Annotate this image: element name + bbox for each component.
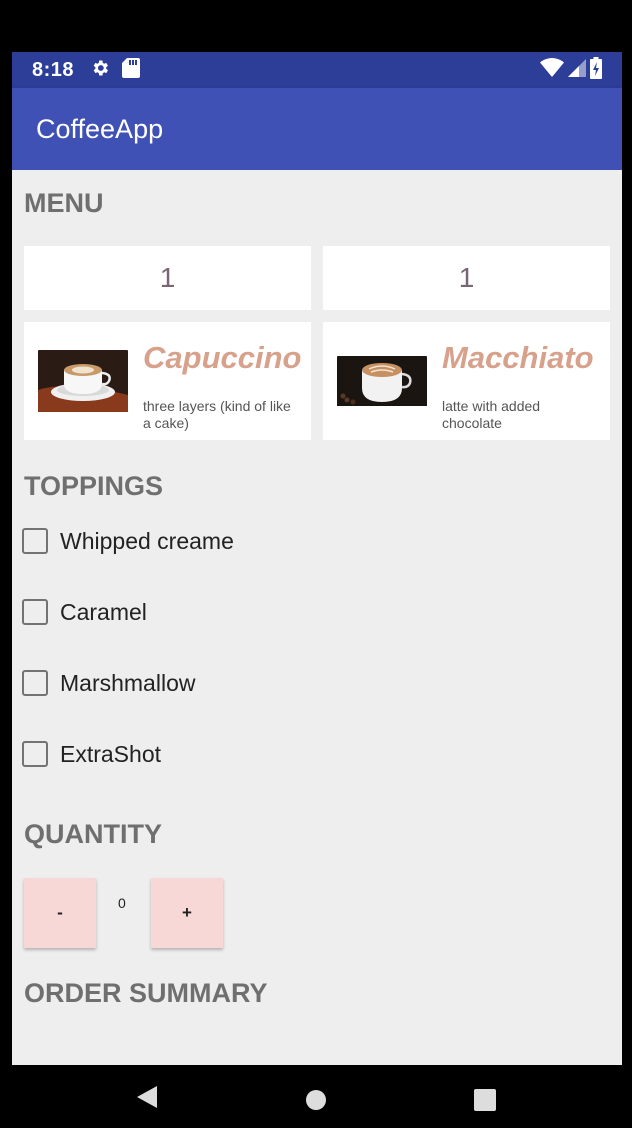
topping-caramel[interactable]: Caramel — [22, 592, 147, 632]
back-icon[interactable] — [135, 1085, 159, 1114]
menu-card-macchiato[interactable]: Macchiato latte with added chocolate — [323, 322, 610, 440]
sd-card-icon — [122, 57, 141, 83]
topping-label: Marshmallow — [60, 669, 196, 696]
decrement-button[interactable]: - — [24, 878, 96, 948]
topping-label: Caramel — [60, 598, 147, 625]
toppings-section-title: TOPPINGS — [24, 471, 164, 501]
settings-icon — [90, 58, 110, 83]
menu-section-title: MENU — [24, 188, 104, 218]
status-bar: 8:18 — [12, 52, 622, 88]
topping-whipped-creame[interactable]: Whipped creame — [22, 521, 234, 561]
topping-extrashot[interactable]: ExtraShot — [22, 734, 161, 774]
capuccino-image — [38, 350, 128, 417]
menu-item-name: Capuccino — [143, 340, 302, 375]
menu-item-quantity-macchiato[interactable]: 1 — [323, 246, 610, 310]
macchiato-image — [337, 356, 427, 411]
quantity-section-title: QUANTITY — [24, 819, 162, 849]
topping-label: ExtraShot — [60, 740, 161, 767]
signal-icon — [568, 58, 586, 82]
topping-checkbox[interactable] — [22, 528, 48, 554]
navigation-bar — [0, 1065, 632, 1128]
menu-item-name: Macchiato — [442, 340, 594, 375]
app-title: CoffeeApp — [36, 113, 164, 144]
quantity-value: 0 — [118, 895, 126, 911]
app-bar: CoffeeApp — [12, 88, 622, 170]
topping-checkbox[interactable] — [22, 741, 48, 767]
menu-item-quantity-capuccino[interactable]: 1 — [24, 246, 311, 310]
topping-checkbox[interactable] — [22, 670, 48, 696]
menu-item-description: latte with added chocolate — [442, 398, 541, 431]
topping-marshmallow[interactable]: Marshmallow — [22, 663, 195, 703]
topping-checkbox[interactable] — [22, 599, 48, 625]
battery-charging-icon — [590, 56, 602, 84]
main-content: MENU 1 1 Capuccino three layers (kind of… — [12, 170, 622, 1065]
status-time: 8:18 — [32, 58, 75, 81]
recents-icon[interactable] — [474, 1089, 496, 1116]
home-icon[interactable] — [305, 1089, 327, 1116]
order-summary-title: ORDER SUMMARY — [24, 978, 268, 1008]
wifi-icon — [540, 57, 564, 83]
menu-card-capuccino[interactable]: Capuccino three layers (kind of like a c… — [24, 322, 311, 440]
menu-item-description: three layers (kind of like a cake) — [143, 398, 291, 431]
topping-label: Whipped creame — [60, 527, 234, 554]
increment-button[interactable]: + — [151, 878, 223, 948]
